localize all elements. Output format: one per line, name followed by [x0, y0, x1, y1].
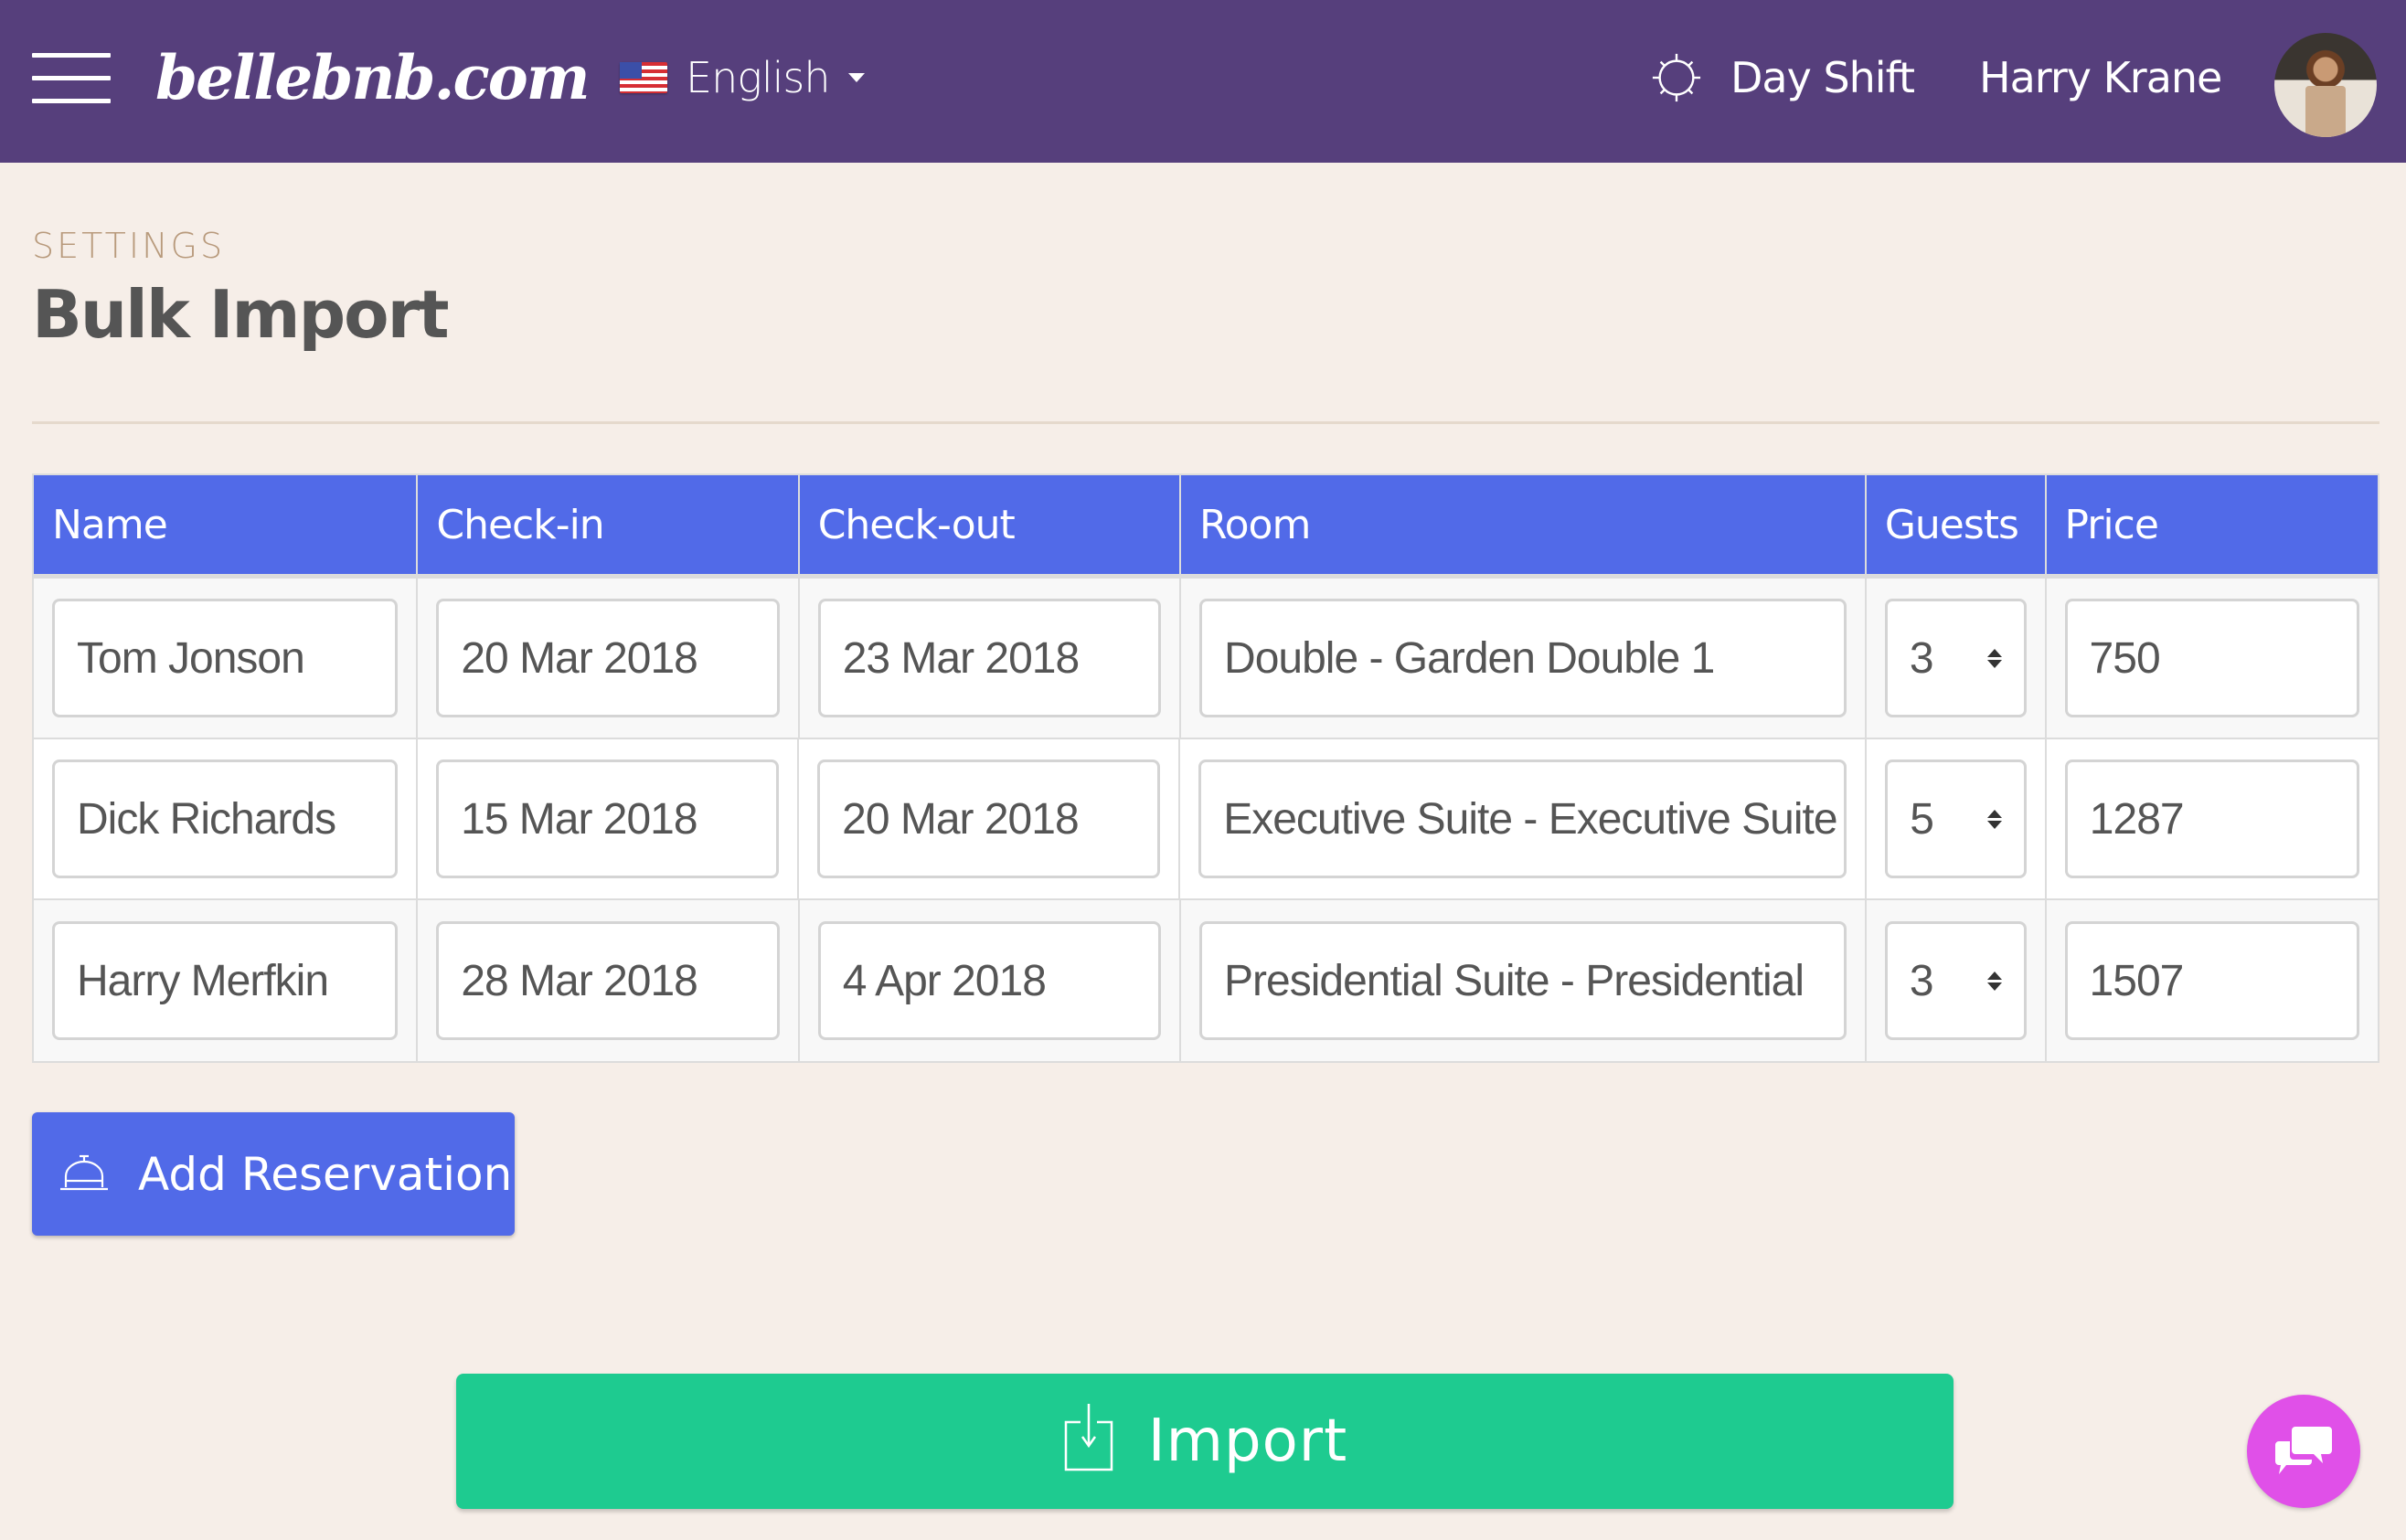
column-header-checkin: Check-in	[418, 475, 800, 574]
checkout-input[interactable]: 23 Mar 2018	[817, 599, 1162, 717]
table-row: Tom Jonson 20 Mar 2018 23 Mar 2018 Doubl…	[34, 579, 2378, 739]
add-reservation-label: Add Reservation	[138, 1147, 513, 1201]
language-label: English	[686, 53, 831, 102]
select-arrows-icon	[1986, 971, 2002, 991]
select-arrows-icon	[1986, 809, 2002, 829]
shift-label: Day Shift	[1730, 53, 1915, 102]
name-input[interactable]: Harry Merfkin	[52, 921, 399, 1040]
checkin-input[interactable]: 28 Mar 2018	[436, 921, 780, 1040]
table-row: Dick Richards 15 Mar 2018 20 Mar 2018 Ex…	[34, 739, 2378, 900]
caret-down-icon	[847, 73, 865, 82]
user-avatar[interactable]	[2274, 33, 2377, 137]
sun-icon	[1652, 53, 1701, 102]
column-header-guests: Guests	[1867, 475, 2047, 574]
column-header-room: Room	[1181, 475, 1867, 574]
guests-value: 5	[1910, 794, 1934, 844]
breadcrumb-settings: SETTINGS	[32, 226, 226, 266]
table-row: Harry Merfkin 28 Mar 2018 4 Apr 2018 Pre…	[34, 900, 2378, 1061]
price-input[interactable]: 750	[2064, 599, 2359, 717]
name-input[interactable]: Dick Richards	[52, 759, 399, 878]
checkout-input[interactable]: 20 Mar 2018	[817, 759, 1161, 878]
add-reservation-button[interactable]: Add Reservation	[32, 1112, 515, 1236]
import-icon	[1064, 1404, 1113, 1471]
reservations-table: Name Check-in Check-out Room Guests Pric…	[32, 473, 2379, 1063]
guests-select[interactable]: 5	[1885, 759, 2027, 878]
import-button[interactable]: Import	[456, 1374, 1954, 1509]
column-header-price: Price	[2064, 501, 2159, 548]
column-header-name: Name	[34, 475, 419, 574]
us-flag-icon	[620, 62, 667, 93]
room-input[interactable]: Executive Suite - Executive Suite	[1198, 759, 1847, 878]
guests-select[interactable]: 3	[1884, 921, 2027, 1040]
page-title: Bulk Import	[32, 276, 450, 353]
shift-toggle[interactable]: Day Shift	[1650, 46, 1915, 110]
price-input[interactable]: 1287	[2064, 759, 2359, 878]
hamburger-icon[interactable]	[32, 52, 111, 105]
select-arrows-icon	[1986, 648, 2002, 668]
import-label: Import	[1147, 1407, 1348, 1475]
service-bell-icon	[60, 1154, 108, 1190]
logo[interactable]: bellebnb.com	[155, 37, 591, 119]
guests-value: 3	[1909, 633, 1934, 683]
checkout-input[interactable]: 4 Apr 2018	[817, 921, 1162, 1040]
chat-bubbles-icon	[2275, 1427, 2332, 1474]
guests-value: 3	[1909, 956, 1934, 1005]
price-input[interactable]: 1507	[2064, 921, 2359, 1040]
checkin-input[interactable]: 20 Mar 2018	[436, 599, 780, 717]
user-name[interactable]: Harry Krane	[1979, 46, 2222, 110]
table-header: Name Check-in Check-out Room Guests Pric…	[34, 475, 2378, 579]
language-selector[interactable]: English	[620, 46, 865, 110]
divider	[32, 421, 2379, 424]
column-header-checkout: Check-out	[800, 475, 1182, 574]
guests-select[interactable]: 3	[1884, 599, 2027, 717]
room-input[interactable]: Double - Garden Double 1	[1199, 599, 1847, 717]
chat-button[interactable]	[2247, 1395, 2360, 1508]
name-input[interactable]: Tom Jonson	[52, 599, 399, 717]
room-input[interactable]: Presidential Suite - Presidential	[1199, 921, 1847, 1040]
checkin-input[interactable]: 15 Mar 2018	[436, 759, 780, 878]
top-bar: bellebnb.com English Day Shift Harry Kra…	[0, 0, 2406, 163]
